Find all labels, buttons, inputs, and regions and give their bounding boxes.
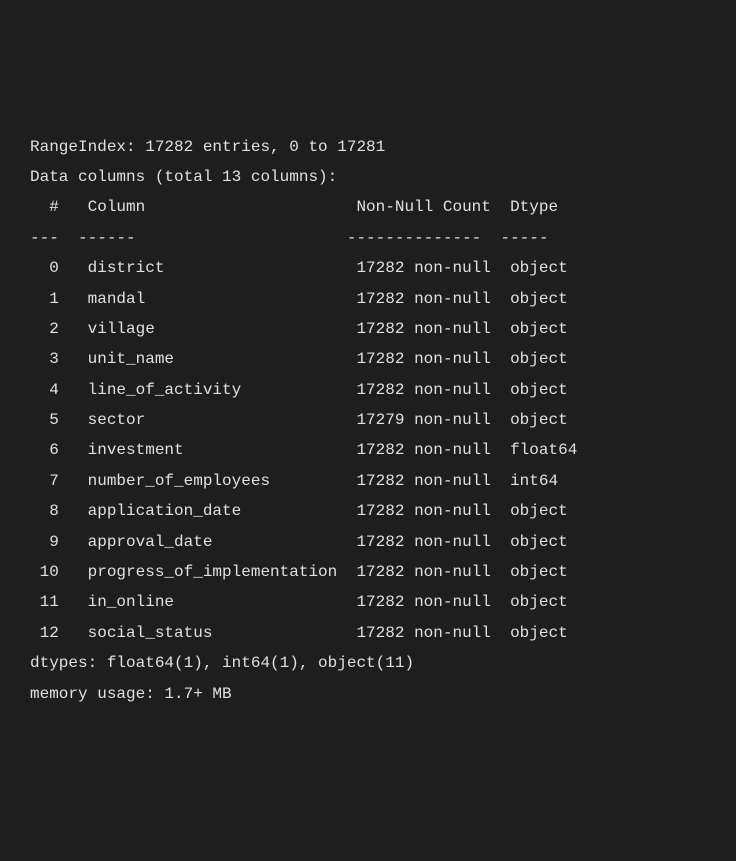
data-row: 12 social_status 17282 non-null object (30, 618, 706, 648)
data-row: 2 village 17282 non-null object (30, 314, 706, 344)
data-row: 10 progress_of_implementation 17282 non-… (30, 557, 706, 587)
data-row: 5 sector 17279 non-null object (30, 405, 706, 435)
memory-usage: memory usage: 1.7+ MB (30, 679, 706, 709)
data-row: 4 line_of_activity 17282 non-null object (30, 375, 706, 405)
data-row: 3 unit_name 17282 non-null object (30, 344, 706, 374)
dtypes-summary: dtypes: float64(1), int64(1), object(11) (30, 648, 706, 678)
data-row: 8 application_date 17282 non-null object (30, 496, 706, 526)
data-row: 9 approval_date 17282 non-null object (30, 527, 706, 557)
data-rows: 0 district 17282 non-null object 1 manda… (30, 253, 706, 648)
data-row: 0 district 17282 non-null object (30, 253, 706, 283)
dataframe-info-output: RangeIndex: 17282 entries, 0 to 17281Dat… (30, 132, 706, 709)
divider-row: --- ------ -------------- ----- (30, 223, 706, 253)
data-row: 1 mandal 17282 non-null object (30, 284, 706, 314)
header-row: # Column Non-Null Count Dtype (30, 192, 706, 222)
data-row: 11 in_online 17282 non-null object (30, 587, 706, 617)
range-index-line: RangeIndex: 17282 entries, 0 to 17281 (30, 132, 706, 162)
data-row: 6 investment 17282 non-null float64 (30, 435, 706, 465)
data-columns-line: Data columns (total 13 columns): (30, 162, 706, 192)
data-row: 7 number_of_employees 17282 non-null int… (30, 466, 706, 496)
